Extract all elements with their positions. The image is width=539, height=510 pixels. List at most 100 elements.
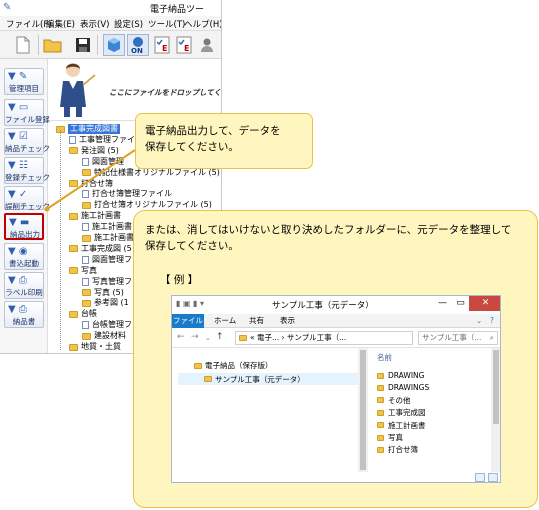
minimize-icon[interactable]: — <box>434 296 451 311</box>
tree-item[interactable]: 打合せ簿オリジナルファイル (5) <box>82 200 212 210</box>
file-icon <box>69 135 76 144</box>
menu-settings[interactable]: 設定(S) <box>114 18 143 30</box>
tree-item[interactable]: 施工計画書 <box>82 222 132 232</box>
checklist-icon[interactable]: E <box>151 34 173 56</box>
tree-item[interactable]: 施工計画書 <box>69 211 121 221</box>
file-list-item[interactable]: DRAWING <box>377 370 424 381</box>
sidebar-item-delivery-check[interactable]: ▼ ☑ 納品チェック <box>4 128 50 155</box>
up-icon[interactable]: ↑ <box>216 332 224 342</box>
tree-item[interactable]: 工事管理ファイ <box>69 135 135 145</box>
tab-share[interactable]: 共有 <box>249 314 264 328</box>
menu-edit[interactable]: 編集(E) <box>46 18 75 30</box>
new-document-icon[interactable] <box>12 34 34 56</box>
menu-tools[interactable]: ツール(T) <box>148 18 185 30</box>
file-list-item[interactable]: その他 <box>377 395 411 406</box>
tree-item[interactable]: 発注図 (5) <box>69 146 119 156</box>
sidebar-item-register-check[interactable]: ▼ ☷ 登録チェック <box>4 157 50 184</box>
file-list-item[interactable]: 打合せ簿 <box>377 444 418 455</box>
file-list-item[interactable]: DRAWINGS <box>377 382 429 393</box>
tree-item[interactable]: 打合せ簿管理ファイル <box>82 189 172 199</box>
tree-item[interactable]: 建設材料 <box>82 331 126 341</box>
tree-item[interactable]: 写真管理フ <box>82 277 132 287</box>
tree-item[interactable]: 写真 <box>69 266 97 276</box>
recent-chevron-icon[interactable]: ⌄ <box>205 334 211 342</box>
tab-file[interactable]: ファイル <box>172 314 204 328</box>
cube-icon[interactable] <box>103 34 125 56</box>
tree-item-label: 特記仕様書オリジナルファイル (5) <box>94 167 220 177</box>
sidebar-item-label: 書込起動 <box>9 259 39 268</box>
forward-icon[interactable]: → <box>191 332 199 342</box>
file-list-item[interactable]: 写真 <box>377 432 403 443</box>
tree-item[interactable]: 図面管理 <box>82 157 124 167</box>
tree-item-label: 打合せ簿オリジナルファイル (5) <box>94 200 212 210</box>
menu-view[interactable]: 表示(V) <box>80 18 109 30</box>
details-view-icon[interactable] <box>475 473 485 482</box>
teacher-illustration-icon <box>60 63 96 117</box>
folder-icon <box>69 180 78 187</box>
file-icon <box>82 223 89 232</box>
back-icon[interactable]: ← <box>177 332 185 342</box>
sidebar-item-write-start[interactable]: ▼ ◉ 書込起動 <box>4 243 44 270</box>
tree-item[interactable]: 地質・土質 <box>69 342 121 352</box>
tree-item[interactable]: 施工計画書 <box>82 233 134 243</box>
tree-item-label: 建設材料 <box>94 331 126 341</box>
tree-item-label: 台帳管理フ <box>92 320 132 330</box>
address-bar[interactable]: « 電子... › サンプル工事（... <box>235 331 413 345</box>
help-icon[interactable]: ? <box>490 314 494 328</box>
tree-item[interactable]: 写真 (5) <box>82 288 124 298</box>
file-icon <box>82 157 89 166</box>
folder-icon <box>69 310 78 318</box>
open-folder-icon[interactable] <box>42 34 64 56</box>
menu-help[interactable]: ヘルプ(H) <box>184 18 221 30</box>
scrollbar-thumb[interactable] <box>360 350 366 470</box>
svg-text:E: E <box>184 44 189 53</box>
person-icon[interactable] <box>196 34 218 56</box>
sidebar-item-delivery-note[interactable]: ▼ ⎙ 納品書 <box>4 301 44 328</box>
nav-node[interactable]: 電子納品（保存版） <box>194 360 273 371</box>
tree-item-label: 写真 (5) <box>94 287 124 297</box>
tree-item-label: 工事管理ファイ <box>79 134 135 144</box>
column-header-name[interactable]: 名前 <box>377 352 392 363</box>
close-icon[interactable]: ✕ <box>469 296 500 311</box>
tab-home[interactable]: ホーム <box>214 314 236 328</box>
tree-item[interactable]: 工事完成図書 <box>56 124 120 134</box>
explorer-ribbon: ファイル ホーム 共有 表示 ⌄ ? <box>172 314 500 328</box>
folder-icon <box>377 422 384 429</box>
tab-view[interactable]: 表示 <box>280 314 295 328</box>
tree-item[interactable]: 特記仕様書オリジナルファイル (5) <box>82 168 220 178</box>
checklist-e-icon[interactable]: E <box>173 34 195 56</box>
sidebar-item-delivery-output[interactable]: ▼ ▬ 納品出力 <box>4 213 44 240</box>
folder-icon <box>69 343 78 351</box>
file-list-item[interactable]: 工事完成図 <box>377 407 426 418</box>
sidebar-item-error-check[interactable]: ▼ ✓ 誤削チェック <box>4 186 50 211</box>
chevron-down-icon[interactable]: ⌄ <box>476 314 482 328</box>
list-scrollbar[interactable] <box>491 348 500 472</box>
search-input[interactable]: サンプル工事（... ⌕ <box>418 331 498 345</box>
tree-item[interactable]: 打合せ簿 <box>69 179 113 189</box>
nav-node[interactable]: サンプル工事（元データ） <box>178 373 358 385</box>
menu-file[interactable]: ファイル(F) <box>6 18 52 30</box>
explorer-titlebar: ▮ ▣ ▮ ▾ サンプル工事（元データ） — ▭ ✕ <box>172 296 500 314</box>
on-icon[interactable]: ON <box>127 34 149 56</box>
check-mark-icon: ▼ ✓ <box>8 189 28 200</box>
file-drop-area[interactable]: ここにファイルをドロップしてください <box>49 59 221 121</box>
tree-item[interactable]: 参考図 (1 <box>82 298 129 308</box>
save-icon[interactable] <box>72 34 94 56</box>
tree-item[interactable]: 台帳管理フ <box>82 320 132 330</box>
large-icons-view-icon[interactable] <box>488 473 498 482</box>
explorer-title: サンプル工事（元データ） <box>272 301 374 311</box>
scrollbar-thumb[interactable] <box>493 350 499 424</box>
sidebar-item-file-register[interactable]: ▼ ▭ ファイル登録 <box>4 99 50 126</box>
sidebar-item-kanri[interactable]: ▼ ✎ 管理項目 <box>4 68 44 95</box>
tree-item[interactable]: 図面管理フ <box>82 255 132 265</box>
maximize-icon[interactable]: ▭ <box>452 296 469 311</box>
tree-item[interactable]: 台帳 <box>69 309 97 319</box>
tree-item-label: 発注図 (5) <box>81 145 119 155</box>
file-list-item[interactable]: 施工計画書 <box>377 420 426 431</box>
folder-icon <box>377 446 384 453</box>
tree-item-label: 図面管理 <box>92 156 124 166</box>
sidebar-item-label-print[interactable]: ▼ ⎙ ラベル印刷 <box>4 272 44 299</box>
nav-scrollbar[interactable] <box>358 348 368 472</box>
app-titlebar: ✎ 電子納品ツー <box>0 0 221 16</box>
tree-item[interactable]: 工事完成図 (5 <box>69 244 132 254</box>
